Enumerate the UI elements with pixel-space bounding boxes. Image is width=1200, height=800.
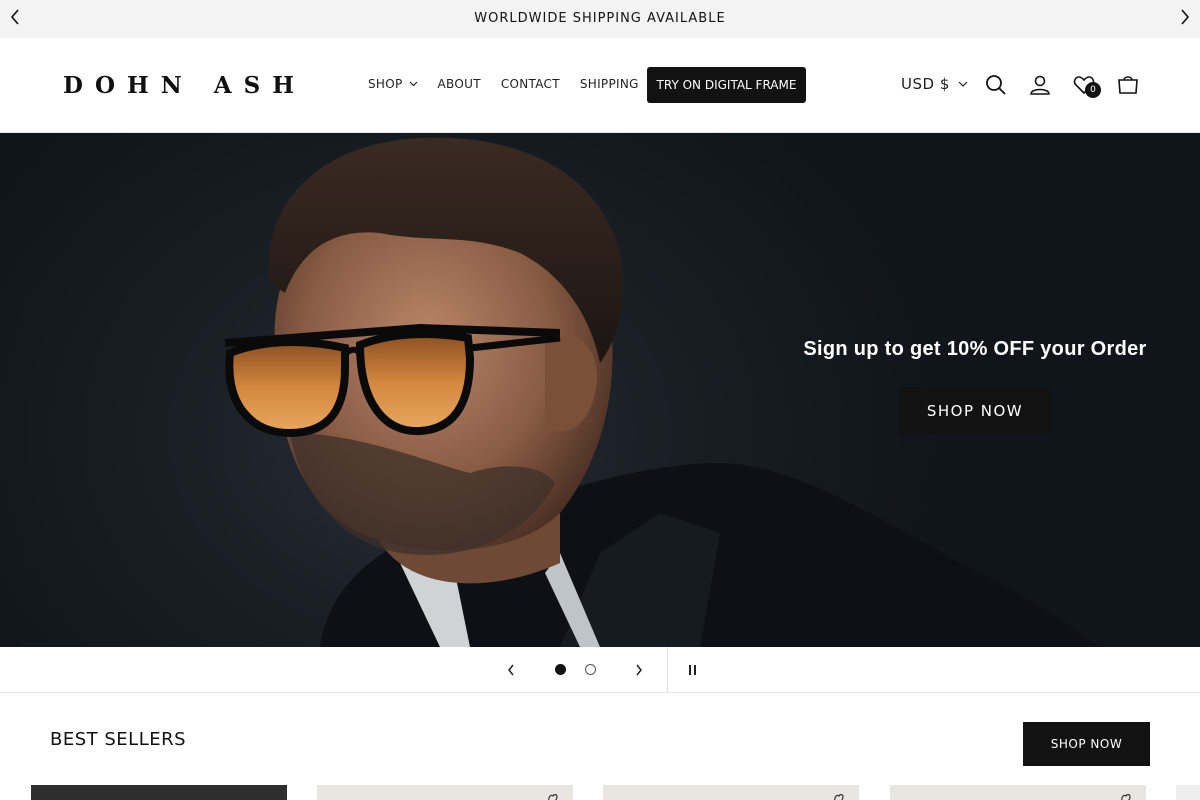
- nav-item-label: CONTACT: [500, 77, 560, 91]
- product-card[interactable]: [890, 785, 1146, 800]
- wishlist-count-badge: 0: [1085, 82, 1101, 98]
- chevron-right-icon: [636, 664, 642, 676]
- best-sellers-shop-now-button[interactable]: SHOP NOW: [1023, 722, 1150, 766]
- logo[interactable]: DOHN ASH: [63, 72, 306, 99]
- site-header: DOHN ASH SHOP ABOUT CONTACT SHIPPING TRY…: [0, 38, 1200, 133]
- announcement-bar: WORLDWIDE SHIPPING AVAILABLE: [0, 0, 1200, 38]
- slide-dot-1[interactable]: [555, 664, 566, 675]
- controls-divider: [667, 647, 668, 693]
- announcement-next-button[interactable]: [1175, 6, 1195, 28]
- slide-next-button[interactable]: [628, 659, 650, 681]
- hero-banner: Sign up to get 10% OFF your Order SHOP N…: [0, 133, 1200, 647]
- nav-item-shop[interactable]: SHOP: [368, 77, 418, 91]
- product-card[interactable]: [603, 785, 859, 800]
- pause-icon: [689, 665, 696, 675]
- hero-headline: Sign up to get 10% OFF your Order: [803, 338, 1147, 360]
- try-on-digital-frame-button[interactable]: TRY ON DIGITAL FRAME: [647, 67, 806, 103]
- nav-item-shipping[interactable]: SHIPPING: [580, 77, 639, 91]
- slide-prev-button[interactable]: [500, 659, 522, 681]
- product-card[interactable]: [317, 785, 573, 800]
- nav-item-label: ABOUT: [437, 77, 481, 91]
- wishlist-icon[interactable]: [547, 793, 563, 800]
- hero-shop-now-button[interactable]: SHOP NOW: [899, 387, 1051, 434]
- announcement-text: WORLDWIDE SHIPPING AVAILABLE: [474, 11, 726, 26]
- chevron-left-icon: [508, 664, 514, 676]
- slideshow-controls: [0, 647, 1200, 693]
- wishlist-icon[interactable]: [1120, 793, 1136, 800]
- nav-item-contact[interactable]: CONTACT: [501, 77, 560, 91]
- slide-dot-2[interactable]: [585, 664, 596, 675]
- chevron-right-icon: [1181, 9, 1190, 25]
- search-icon[interactable]: [984, 73, 1008, 97]
- account-icon[interactable]: [1028, 73, 1052, 97]
- chevron-down-icon: [958, 81, 968, 87]
- cart-icon[interactable]: [1116, 73, 1140, 97]
- nav-item-label: SHOP: [368, 77, 403, 91]
- wishlist-icon[interactable]: [833, 793, 849, 800]
- product-card[interactable]: [1176, 785, 1200, 800]
- nav-item-about[interactable]: ABOUT: [438, 77, 481, 91]
- slide-pause-button[interactable]: [682, 659, 704, 681]
- currency-selector[interactable]: USD $: [901, 75, 968, 93]
- main-nav: SHOP ABOUT CONTACT SHIPPING: [368, 77, 659, 91]
- nav-item-label: SHIPPING: [579, 77, 639, 91]
- product-card[interactable]: [31, 785, 287, 800]
- best-sellers-title: BEST SELLERS: [50, 729, 187, 750]
- chevron-down-icon: [409, 81, 417, 87]
- currency-label: USD $: [901, 75, 950, 93]
